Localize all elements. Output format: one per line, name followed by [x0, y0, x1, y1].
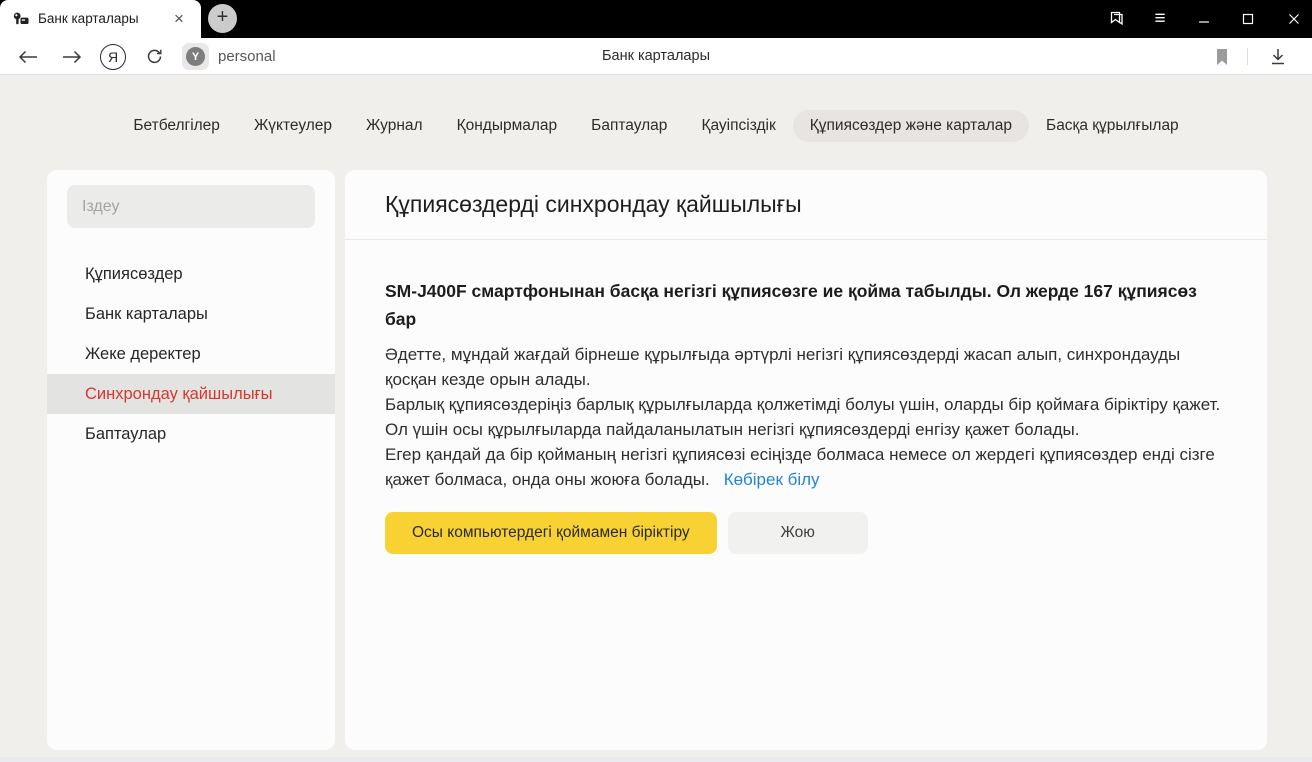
- sidebar-item-personal-data[interactable]: Жеке деректер: [47, 334, 335, 374]
- window-close-icon[interactable]: [1282, 7, 1306, 31]
- yandex-logo-icon[interactable]: Я: [96, 38, 130, 75]
- main-panel: Құпиясөздерді синхрондау қайшылығы SM-J4…: [345, 170, 1267, 750]
- tab-close-icon[interactable]: ×: [167, 0, 191, 38]
- nav-tab-downloads[interactable]: Жүктеулер: [237, 110, 349, 142]
- browser-window: Банк карталары × + ≡: [0, 0, 1312, 762]
- sidebar-item-passwords[interactable]: Құпиясөздер: [47, 254, 335, 294]
- sidebar-panel: Құпиясөздер Банк карталары Жеке деректер…: [47, 170, 335, 750]
- paragraph-1: Әдетте, мұндай жағдай бірнеше құрылғыда …: [385, 342, 1221, 392]
- search-input[interactable]: [67, 185, 315, 228]
- nav-tab-settings[interactable]: Баптаулар: [574, 110, 684, 142]
- nav-tab-security[interactable]: Қауіпсіздік: [684, 110, 792, 142]
- side-panels-icon[interactable]: [1105, 7, 1129, 31]
- back-icon[interactable]: [8, 38, 48, 75]
- new-tab-button[interactable]: +: [208, 4, 237, 33]
- yandex-logo-glyph: Я: [108, 49, 118, 65]
- nav-tab-extensions[interactable]: Қондырмалар: [440, 110, 575, 142]
- bookmark-icon[interactable]: [1206, 38, 1238, 75]
- window-minimize-icon[interactable]: [1192, 7, 1216, 31]
- nav-tab-bookmarks[interactable]: Бетбелгілер: [116, 110, 237, 142]
- sidebar-item-bank-cards[interactable]: Банк карталары: [47, 294, 335, 334]
- refresh-icon[interactable]: [136, 38, 172, 75]
- paragraph-3: Егер қандай да бір қойманың негізгі құпи…: [385, 442, 1221, 492]
- profile-badge-label: personal: [218, 48, 276, 65]
- nav-tab-other-devices[interactable]: Басқа құрылғылар: [1029, 110, 1196, 142]
- delete-button[interactable]: Жою: [728, 512, 868, 554]
- tab-title: Банк карталары: [38, 0, 139, 38]
- browser-tab[interactable]: Банк карталары ×: [0, 0, 201, 38]
- window-maximize-icon[interactable]: [1236, 7, 1260, 31]
- protect-glyph: Y: [192, 51, 199, 63]
- window-bottom-edge: [0, 757, 1312, 762]
- settings-nav: Бетбелгілер Жүктеулер Журнал Қондырмалар…: [0, 109, 1312, 143]
- download-icon[interactable]: [1258, 38, 1298, 75]
- toolbar-divider: [1247, 48, 1248, 65]
- paragraph-2: Барлық құпиясөздеріңіз барлық құрылғылар…: [385, 392, 1221, 442]
- sidebar-item-sync-conflict[interactable]: Синхрондау қайшылығы: [47, 374, 335, 414]
- section-heading: Құпиясөздерді синхрондау қайшылығы: [345, 170, 1267, 240]
- browser-tab-bar: Банк карталары × + ≡: [0, 0, 1312, 38]
- search-box: [67, 185, 315, 228]
- conflict-alert-title: SM-J400F смартфонынан басқа негізгі құпи…: [385, 277, 1217, 333]
- protect-profile-badge[interactable]: Y personal: [182, 43, 276, 70]
- nav-tab-passwords-cards[interactable]: Құпиясөздер және карталар: [793, 110, 1029, 142]
- nav-tab-history[interactable]: Журнал: [349, 110, 440, 142]
- merge-storage-button[interactable]: Осы компьютердегі қоймамен біріктіру: [385, 512, 717, 554]
- sidebar-item-settings[interactable]: Баптаулар: [47, 414, 335, 454]
- protect-icon: Y: [182, 43, 209, 70]
- key-card-favicon-icon: [13, 11, 29, 27]
- action-buttons: Осы компьютердегі қоймамен біріктіру Жою: [385, 512, 1227, 554]
- section-body: SM-J400F смартфонынан басқа негізгі құпи…: [345, 240, 1267, 554]
- forward-icon[interactable]: [52, 38, 92, 75]
- learn-more-link[interactable]: Көбірек білу: [724, 470, 820, 489]
- sidebar-menu: Құпиясөздер Банк карталары Жеке деректер…: [47, 254, 335, 454]
- menu-icon[interactable]: ≡: [1148, 7, 1172, 31]
- browser-toolbar: Я Y personal Банк карталары: [0, 38, 1312, 75]
